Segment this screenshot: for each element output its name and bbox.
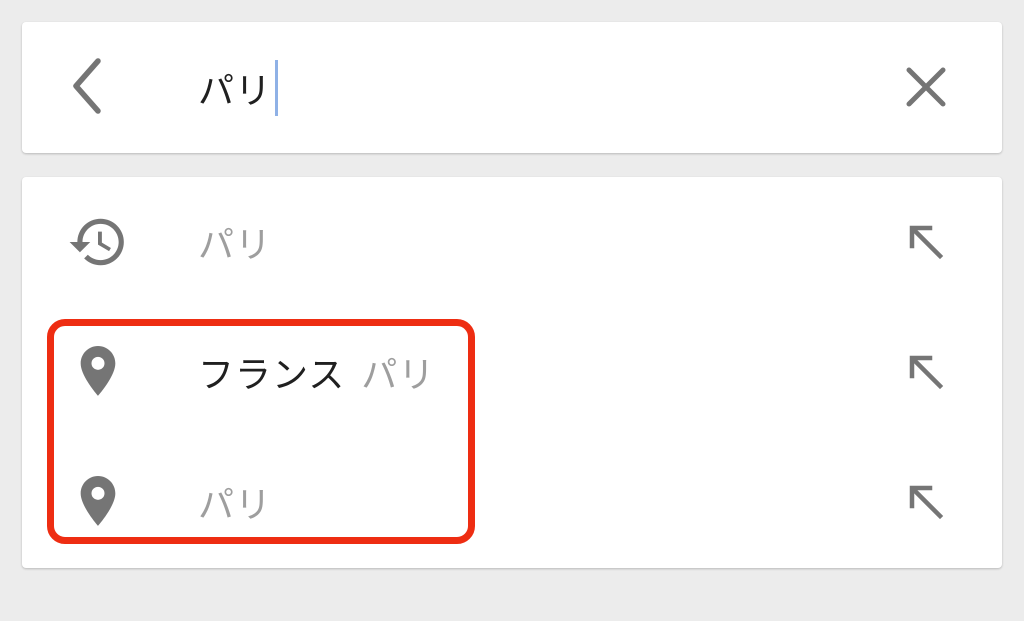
suggestion-item[interactable]: フランス パリ	[22, 307, 1002, 437]
suggestion-secondary-text: パリ	[198, 485, 273, 526]
search-query-text: パリ	[198, 71, 273, 112]
fill-query-button[interactable]	[892, 342, 960, 402]
place-pin-icon	[64, 338, 132, 406]
fill-query-button[interactable]	[892, 212, 960, 272]
arrow-up-left-icon	[909, 485, 944, 520]
back-button[interactable]	[56, 54, 120, 118]
history-icon	[64, 208, 132, 276]
close-icon	[906, 67, 946, 107]
suggestion-primary-text: フランス	[198, 355, 346, 396]
suggestion-item[interactable]: パリ	[22, 177, 1002, 307]
suggestion-text: フランス パリ	[198, 347, 435, 397]
clear-button[interactable]	[895, 56, 957, 118]
suggestion-secondary-text: パリ	[198, 225, 273, 266]
suggestion-list: パリ フランス パリ パリ	[22, 177, 1002, 568]
arrow-up-left-icon	[909, 355, 944, 390]
text-cursor	[275, 60, 279, 116]
suggestion-text: パリ	[198, 217, 272, 267]
suggestion-item[interactable]: パリ	[22, 437, 1002, 567]
place-pin-icon	[64, 468, 132, 536]
suggestion-secondary-text: パリ	[361, 355, 436, 396]
suggestion-text: パリ	[198, 477, 272, 527]
search-bar: パリ	[22, 22, 1002, 153]
arrow-back-icon	[73, 58, 101, 114]
arrow-up-left-icon	[909, 225, 944, 260]
fill-query-button[interactable]	[892, 472, 960, 532]
search-input[interactable]: パリ	[198, 58, 279, 118]
